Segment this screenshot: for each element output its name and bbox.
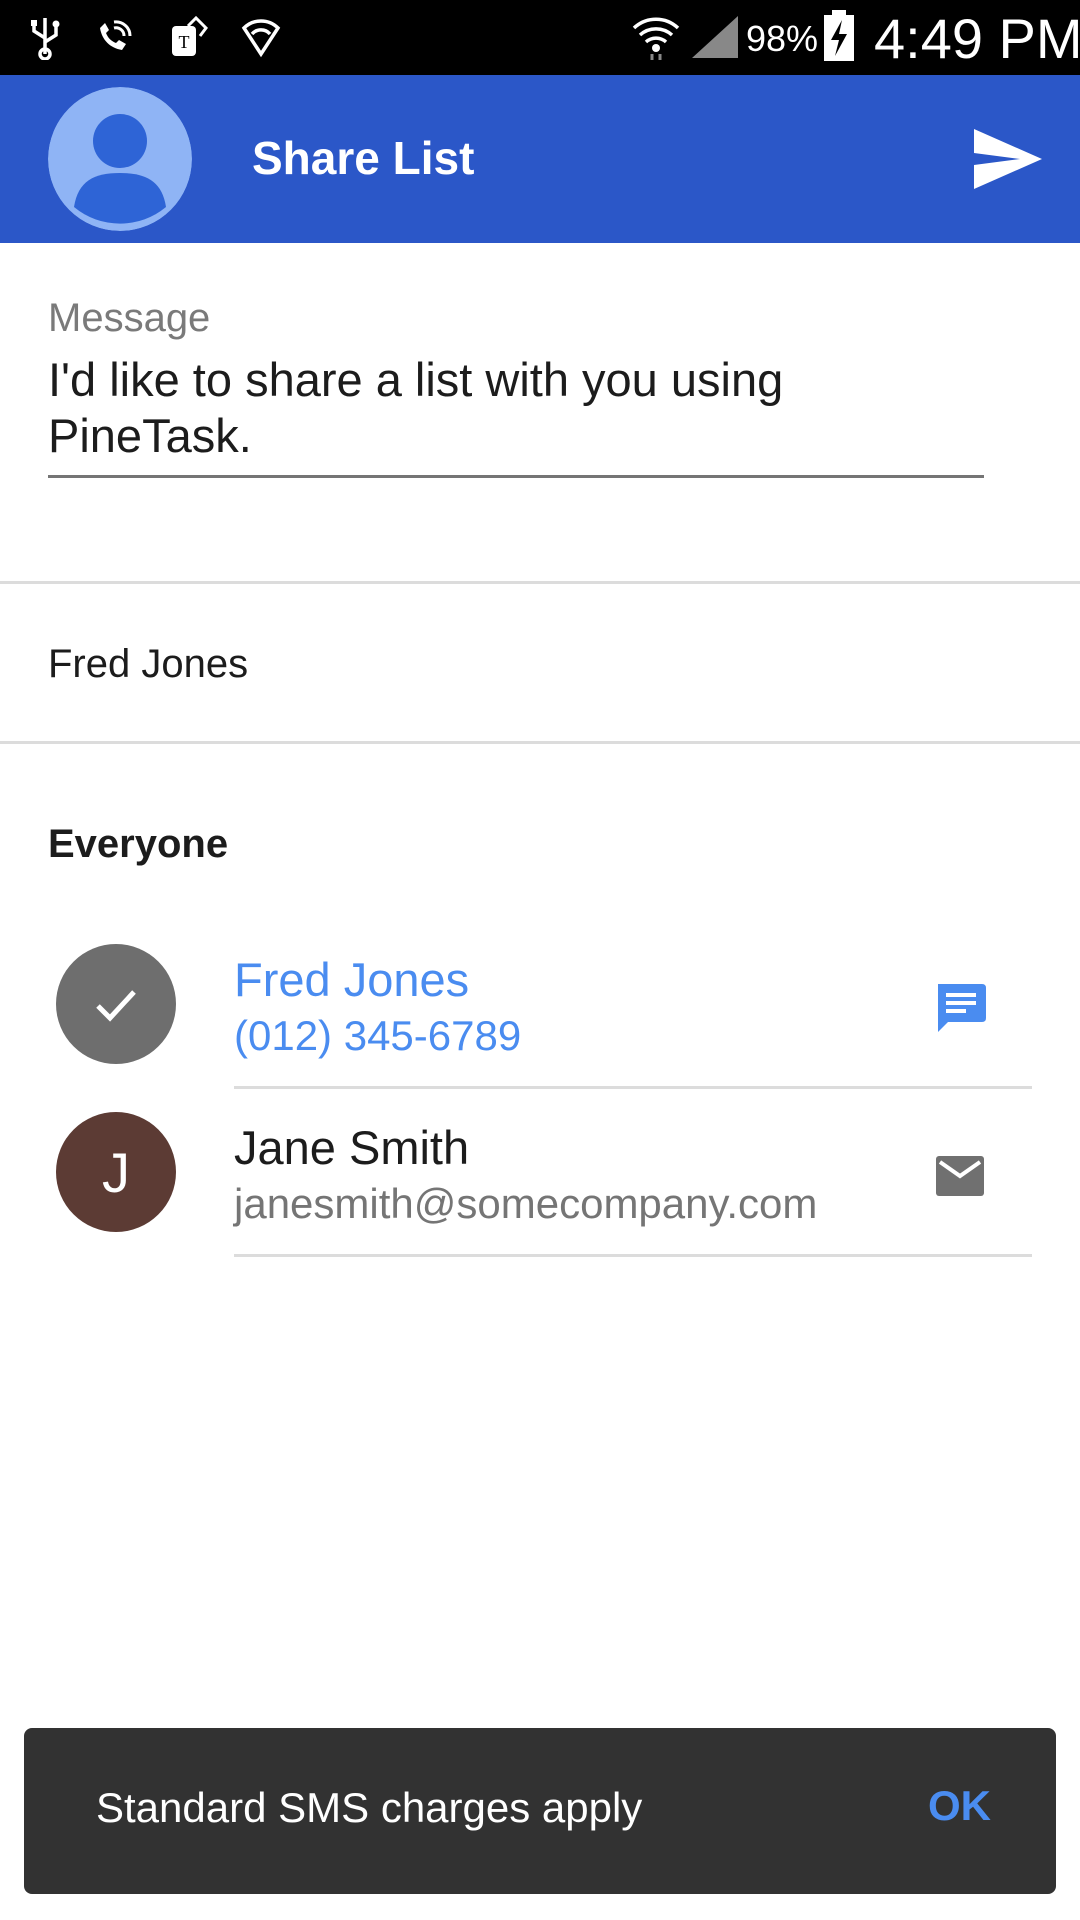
contact-name: Fred Jones <box>234 953 470 1006</box>
tmobile-icon: T <box>172 15 208 56</box>
contact-phone: (012) 345-6789 <box>234 1012 522 1059</box>
row-divider <box>234 1086 1032 1089</box>
wifi-icon <box>632 17 680 60</box>
snackbar-message: Standard SMS charges apply <box>96 1784 643 1831</box>
snackbar-ok-button[interactable]: OK <box>928 1782 991 1830</box>
divider <box>0 581 1080 584</box>
avatar-initial: J <box>102 1140 130 1204</box>
status-bar: T 98% 4:49 PM <box>0 0 1080 75</box>
contact-name: Jane Smith <box>234 1121 470 1174</box>
vpn-shield-icon <box>241 19 281 58</box>
usb-icon <box>31 18 60 60</box>
contact-row-jane-smith[interactable]: J Jane Smith janesmith@somecompany.com <box>0 1112 1080 1280</box>
cell-signal-icon <box>692 16 738 58</box>
divider <box>0 741 1080 744</box>
contact-row-fred-jones[interactable]: Fred Jones (012) 345-6789 <box>0 944 1080 1112</box>
recipient-chip[interactable]: Fred Jones <box>48 642 248 687</box>
wifi-call-icon <box>100 20 132 50</box>
battery-charging-icon <box>824 10 854 61</box>
app-bar: Share List <box>0 75 1080 243</box>
contact-avatar: J <box>56 1112 176 1232</box>
page-title: Share List <box>252 132 475 184</box>
clock: 4:49 PM <box>874 7 1080 70</box>
sms-message-icon[interactable] <box>930 978 990 1038</box>
send-icon[interactable] <box>970 123 1046 195</box>
section-heading: Everyone <box>48 822 229 866</box>
contact-email: janesmith@somecompany.com <box>234 1180 818 1227</box>
battery-percent: 98% <box>746 18 819 59</box>
snackbar: Standard SMS charges apply OK <box>24 1728 1056 1894</box>
email-icon[interactable] <box>930 1146 990 1206</box>
contact-avatar <box>56 944 176 1064</box>
checkmark-icon <box>96 990 136 1022</box>
account-avatar-icon[interactable] <box>48 87 192 231</box>
svg-text:T: T <box>179 32 190 52</box>
row-divider <box>234 1254 1032 1257</box>
message-label: Message <box>48 296 211 340</box>
message-field[interactable]: I'd like to share a list with you using … <box>48 352 984 478</box>
share-list-screen: T 98% 4:49 PM Share List Message I'd lik… <box>0 0 1080 1920</box>
